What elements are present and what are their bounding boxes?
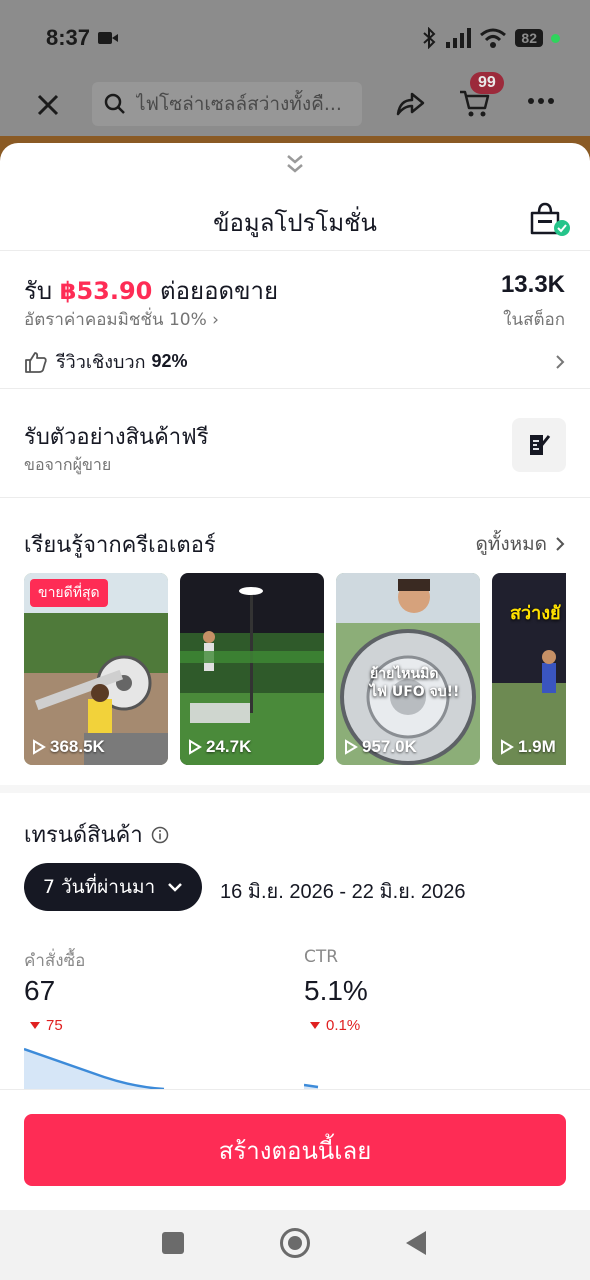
status-icons: 82 bbox=[421, 27, 560, 49]
thumbs-up-icon bbox=[25, 351, 47, 373]
product-trend-title: เทรนด์สินค้า bbox=[24, 817, 169, 852]
search-icon bbox=[104, 93, 125, 114]
down-arrow-icon bbox=[30, 1022, 40, 1029]
ctr-delta-value: 0.1% bbox=[326, 1017, 361, 1034]
positive-review-row[interactable]: รีวิวเชิงบวก 92% bbox=[24, 347, 566, 376]
chevron-down-icon bbox=[168, 883, 183, 892]
views-count: 368.5K bbox=[50, 737, 105, 756]
orders-value: 67 bbox=[24, 975, 56, 1006]
create-now-button[interactable]: สร้างตอนนี้เลย bbox=[24, 1114, 566, 1186]
date-range: 16 มิ.ย. 2026 - 22 มิ.ย. 2026 bbox=[220, 881, 466, 903]
orders-delta-value: 75 bbox=[46, 1017, 63, 1034]
info-icon[interactable] bbox=[151, 826, 169, 844]
play-icon bbox=[33, 739, 46, 755]
orders-delta: 75 bbox=[30, 1017, 63, 1034]
earn-amount: ฿53.90 bbox=[59, 277, 153, 305]
play-icon bbox=[501, 739, 514, 755]
status-bar: 8:37 82 bbox=[0, 0, 590, 76]
battery-level: 82 bbox=[515, 29, 543, 47]
search-input[interactable]: ไฟโซล่าเซลล์สว่างทั้งคื... bbox=[92, 82, 362, 126]
background-app: 8:37 82 ไฟโซล่าเซลล์สว่างทั้งคื... 99 bbox=[0, 0, 590, 166]
search-placeholder: ไฟโซล่าเซลล์สว่างทั้งคื... bbox=[136, 93, 342, 115]
views-count: 24.7K bbox=[206, 737, 252, 756]
status-time: 8:37 bbox=[46, 25, 91, 50]
signal-icon bbox=[446, 28, 472, 48]
video-overlay-text: สว่างยั ค่าไฟ 0 bbox=[510, 603, 566, 624]
request-form-icon bbox=[530, 435, 551, 455]
collapse-chevron-icon[interactable] bbox=[285, 153, 305, 175]
back-icon[interactable] bbox=[406, 1231, 426, 1255]
earn-prefix: รับ bbox=[24, 277, 53, 305]
cart-count-badge: 99 bbox=[470, 72, 504, 94]
section-divider bbox=[0, 785, 590, 793]
views-count: 957.0K bbox=[362, 737, 417, 756]
down-arrow-icon bbox=[310, 1022, 320, 1029]
chevron-right-icon bbox=[556, 537, 565, 551]
camera-icon bbox=[98, 32, 119, 44]
recents-icon[interactable] bbox=[162, 1232, 184, 1254]
home-icon[interactable] bbox=[280, 1228, 310, 1258]
orders-trend-chart bbox=[24, 1047, 165, 1089]
see-all-link[interactable]: ดูทั้งหมด bbox=[475, 529, 565, 559]
divider bbox=[0, 388, 590, 389]
creator-video-card[interactable]: ขายดีที่สุด 368.5K bbox=[24, 573, 168, 765]
free-sample-subtitle: ขอจากผู้ขาย bbox=[24, 455, 112, 474]
review-percent: 92% bbox=[151, 351, 188, 371]
earn-per-sale: รับ ฿53.90 ต่อยอดขาย bbox=[24, 271, 278, 310]
earn-suffix: ต่อยอดขาย bbox=[160, 277, 279, 305]
video-views: 368.5K bbox=[32, 737, 105, 757]
video-views: 1.9M bbox=[500, 737, 556, 757]
promotion-info-sheet: ข้อมูลโปรโมชั่น รับ ฿53.90 ต่อยอดขาย อัต… bbox=[0, 143, 590, 1210]
chevron-right-icon: › bbox=[212, 310, 219, 330]
creator-video-card[interactable]: สว่างยั ค่าไฟ 0 1.9M bbox=[492, 573, 566, 765]
shopping-bag-icon[interactable] bbox=[528, 201, 570, 237]
review-label: รีวิวเชิงบวก bbox=[56, 352, 146, 373]
request-sample-button[interactable] bbox=[512, 418, 566, 472]
video-overlay-text: ย้ายไหนมิด ไฟ UFO จบ!! bbox=[370, 666, 460, 700]
system-nav-bar bbox=[0, 1210, 590, 1280]
period-label: 7 วันที่ผ่านมา bbox=[42, 876, 156, 898]
stock-value: 13.3K bbox=[500, 271, 565, 298]
privacy-dot bbox=[551, 33, 560, 43]
stock-label: ในสต็อก bbox=[503, 310, 565, 330]
commission-rate: อัตราค่าคอมมิชชั่น 10% bbox=[24, 310, 207, 330]
learn-from-creators-title: เรียนรู้จากครีเอเตอร์ bbox=[24, 533, 216, 558]
commission-rate-link[interactable]: อัตราค่าคอมมิชชั่น 10% › bbox=[24, 306, 219, 333]
ctr-value: 5.1% bbox=[304, 975, 368, 1006]
creator-video-card[interactable]: 24.7K bbox=[180, 573, 324, 765]
creator-videos: ขายดีที่สุด 368.5K 24.7K ย้ายไหนมิด ไฟ U… bbox=[24, 573, 566, 765]
wifi-icon bbox=[480, 28, 507, 48]
cta-footer: สร้างตอนนี้เลย bbox=[0, 1089, 590, 1210]
divider bbox=[0, 250, 590, 251]
see-all-label: ดูทั้งหมด bbox=[475, 533, 547, 555]
video-views: 957.0K bbox=[344, 737, 417, 757]
views-count: 1.9M bbox=[518, 737, 556, 756]
top-nav: ไฟโซล่าเซลล์สว่างทั้งคื... 99 bbox=[0, 72, 590, 130]
share-icon[interactable] bbox=[394, 88, 426, 120]
best-seller-badge: ขายดีที่สุด bbox=[30, 579, 108, 607]
free-sample-title: รับตัวอย่างสินค้าฟรี bbox=[24, 425, 209, 450]
divider bbox=[0, 497, 590, 498]
creator-video-card[interactable]: ย้ายไหนมิด ไฟ UFO จบ!! 957.0K bbox=[336, 573, 480, 765]
ctr-label: CTR bbox=[304, 947, 339, 967]
play-icon bbox=[189, 739, 202, 755]
more-icon[interactable] bbox=[528, 98, 554, 104]
bluetooth-icon bbox=[423, 27, 436, 49]
ctr-delta: 0.1% bbox=[310, 1017, 360, 1034]
video-views: 24.7K bbox=[188, 737, 251, 757]
play-icon bbox=[345, 739, 358, 755]
trend-title-text: เทรนด์สินค้า bbox=[24, 823, 143, 848]
ctr-trend-chart bbox=[304, 1083, 319, 1089]
sheet-title: ข้อมูลโปรโมชั่น bbox=[213, 209, 377, 237]
orders-label: คำสั่งซื้อ bbox=[24, 951, 86, 971]
chevron-right-icon bbox=[556, 354, 565, 369]
close-icon[interactable] bbox=[34, 91, 62, 119]
period-dropdown[interactable]: 7 วันที่ผ่านมา bbox=[24, 863, 202, 911]
